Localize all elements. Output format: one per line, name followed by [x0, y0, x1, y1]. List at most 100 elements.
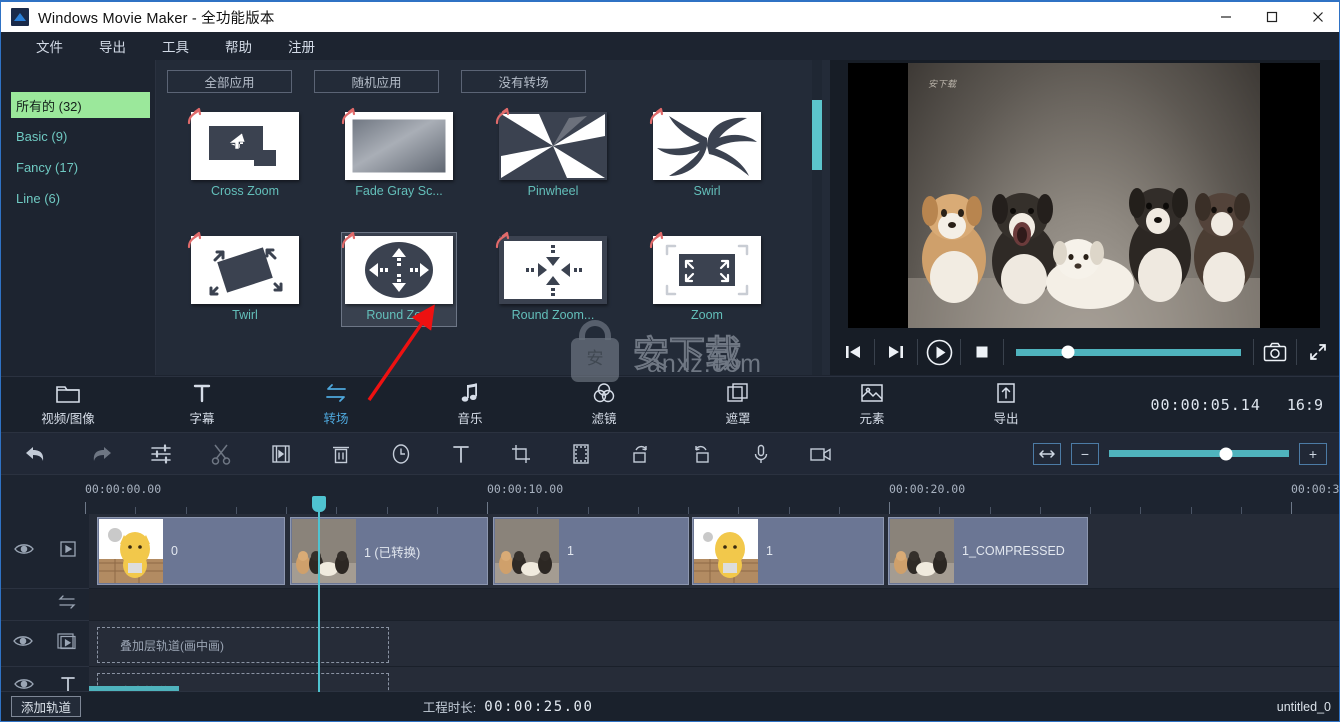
status-bar: 添加轨道 工程时长: 00:00:25.00 untitled_0 — [1, 691, 1339, 721]
transition-scrollbar-thumb[interactable] — [812, 100, 822, 170]
zoom-in-button[interactable]: + — [1299, 442, 1327, 465]
transition-thumbnail — [191, 236, 299, 304]
rotate-left-icon[interactable] — [611, 433, 671, 475]
menu-item-tools[interactable]: 工具 — [149, 33, 202, 59]
track-text[interactable]: 文本轨道 — [89, 667, 1339, 692]
undo-icon[interactable] — [1, 433, 71, 475]
zoom-out-button[interactable]: − — [1071, 442, 1099, 465]
maximize-icon[interactable] — [1249, 1, 1295, 33]
tab-filter[interactable]: 滤镜 — [537, 377, 671, 433]
timeline-tracks: 0 1 (已转换) 1 1 1_COMPRESSED 叠加层轨道(画中画) — [1, 514, 1339, 692]
playhead[interactable] — [318, 514, 320, 692]
playhead-handle[interactable] — [312, 496, 326, 512]
transition-arrow-badge-icon — [649, 107, 664, 125]
redo-icon[interactable] — [71, 433, 131, 475]
table-row[interactable]: 1_COMPRESSED — [888, 517, 1088, 585]
playhead-ruler[interactable] — [312, 496, 326, 514]
rotate-right-icon[interactable] — [671, 433, 731, 475]
split-film-icon[interactable] — [251, 433, 311, 475]
tab-mask[interactable]: 遮罩 — [671, 377, 805, 433]
table-row[interactable]: 1 — [692, 517, 884, 585]
movie-maker-logo-icon — [11, 8, 29, 26]
table-row[interactable]: 0 — [97, 517, 285, 585]
stop-icon[interactable] — [965, 335, 999, 369]
no-transition-button[interactable]: 没有转场 — [461, 70, 586, 93]
transition-item-twirl[interactable]: Twirl — [187, 231, 303, 327]
category-item-basic[interactable]: Basic (9) — [11, 123, 150, 149]
add-track-button[interactable]: 添加轨道 — [11, 696, 82, 717]
eye-icon[interactable] — [13, 634, 33, 653]
window-title: Windows Movie Maker - 全功能版本 — [38, 10, 275, 27]
tab-music[interactable]: 音乐 — [403, 377, 537, 433]
adjust-sliders-icon[interactable] — [131, 433, 191, 475]
eye-icon[interactable] — [13, 677, 34, 692]
transition-item-round-zoom-in[interactable]: Round Zoom... — [495, 231, 611, 327]
duration-clock-icon[interactable] — [371, 433, 431, 475]
filter-circles-icon — [592, 382, 616, 404]
text-track-icon[interactable] — [59, 675, 77, 692]
track-video[interactable]: 0 1 (已转换) 1 1 1_COMPRESSED — [89, 514, 1339, 589]
track-overlay[interactable]: 叠加层轨道(画中画) — [89, 621, 1339, 667]
preview-image: 安下载 — [908, 63, 1260, 328]
menu-item-export[interactable]: 导出 — [86, 33, 139, 59]
menu-item-help[interactable]: 帮助 — [212, 33, 265, 59]
transition-thumbnail — [499, 112, 607, 180]
ruler-minor-tick — [387, 507, 388, 514]
timeline-zoom-thumb[interactable] — [1219, 447, 1233, 460]
tab-element[interactable]: 元素 — [805, 377, 939, 433]
close-icon[interactable] — [1295, 1, 1339, 33]
fit-to-window-icon[interactable] — [1033, 442, 1061, 465]
skip-previous-icon[interactable] — [836, 335, 870, 369]
tab-transition[interactable]: 转场 — [269, 377, 403, 433]
table-row[interactable]: 1 — [493, 517, 689, 585]
delete-trash-icon[interactable] — [311, 433, 371, 475]
transition-item-cross-zoom[interactable]: Cross Zoom — [187, 107, 303, 203]
camera-icon[interactable] — [1258, 335, 1292, 369]
timeline-ruler[interactable]: 00:00:00.00 00:00:10.00 00:00:20.00 00:0… — [1, 474, 1340, 514]
tab-export[interactable]: 导出 — [939, 377, 1073, 433]
overlay-track-placeholder[interactable]: 叠加层轨道(画中画) — [97, 627, 389, 663]
aspect-ratio-label[interactable]: 16:9 — [1287, 396, 1323, 414]
menu-item-register[interactable]: 注册 — [275, 33, 328, 59]
transition-track-icon[interactable] — [57, 594, 77, 615]
divider — [1296, 339, 1297, 365]
ruler-label: 00:00:00.00 — [85, 482, 162, 496]
crop-icon[interactable] — [491, 433, 551, 475]
skip-next-icon[interactable] — [879, 335, 913, 369]
scissors-cut-icon[interactable] — [191, 433, 251, 475]
project-duration-value: 00:00:25.00 — [484, 698, 594, 715]
tab-subtitle[interactable]: 字幕 — [135, 377, 269, 433]
eye-icon[interactable] — [13, 542, 34, 561]
transition-arrow-badge-icon — [187, 231, 202, 249]
microphone-icon[interactable] — [731, 433, 791, 475]
video-camera-icon[interactable] — [791, 433, 851, 475]
transition-item-pinwheel[interactable]: Pinwheel — [495, 107, 611, 203]
play-circle-icon[interactable] — [922, 335, 956, 369]
menu-item-file[interactable]: 文件 — [23, 33, 76, 59]
video-track-icon[interactable] — [59, 540, 77, 563]
timeline-zoom-slider[interactable] — [1109, 447, 1289, 460]
transition-item-fade-gray-scale[interactable]: Fade Gray Sc... — [341, 107, 457, 203]
preview-seek-thumb[interactable] — [1061, 345, 1075, 359]
ruler-minor-tick — [1040, 507, 1041, 514]
transition-item-zoom[interactable]: Zoom — [649, 231, 765, 327]
category-item-line[interactable]: Line (6) — [11, 185, 150, 211]
track-transition[interactable] — [89, 589, 1339, 621]
apply-random-button[interactable]: 随机应用 — [314, 70, 439, 93]
text-t-icon — [191, 382, 213, 404]
frame-border-icon[interactable] — [551, 433, 611, 475]
overlay-track-icon[interactable] — [57, 632, 77, 655]
preview-seek-slider[interactable] — [1016, 345, 1241, 359]
transition-item-round-zoom-out[interactable]: Round Zo... — [341, 231, 457, 327]
category-item-fancy[interactable]: Fancy (17) — [11, 154, 150, 180]
category-item-all[interactable]: 所有的 (32) — [11, 92, 150, 118]
ruler-label: 00:00:3 — [1291, 482, 1340, 496]
fullscreen-icon[interactable] — [1301, 335, 1335, 369]
clip-label: 1_COMPRESSED — [962, 544, 1065, 558]
tab-video-image[interactable]: 视频/图像 — [1, 377, 135, 433]
transition-item-swirl[interactable]: Swirl — [649, 107, 765, 203]
apply-all-button[interactable]: 全部应用 — [167, 70, 292, 93]
minimize-icon[interactable] — [1203, 1, 1249, 33]
text-t-icon[interactable] — [431, 433, 491, 475]
transition-arrow-badge-icon — [341, 107, 356, 125]
